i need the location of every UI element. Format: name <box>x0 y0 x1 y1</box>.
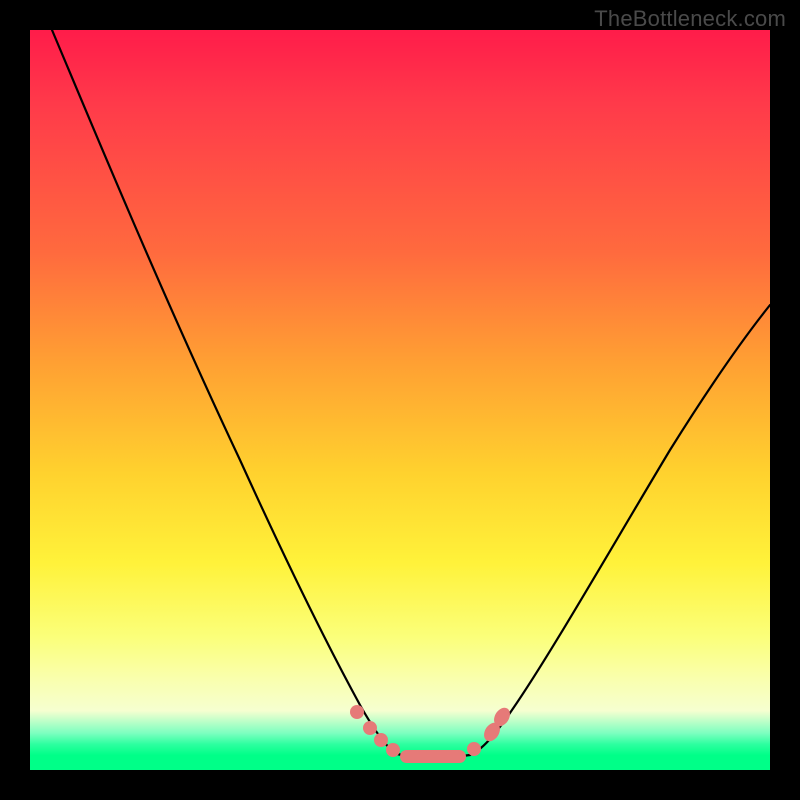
bottleneck-curve <box>30 30 770 770</box>
plot-area <box>30 30 770 770</box>
marker-dot <box>467 742 481 756</box>
curve-left-branch <box>52 30 397 754</box>
chart-frame: TheBottleneck.com <box>0 0 800 800</box>
marker-pill <box>400 750 466 763</box>
marker-dot <box>350 705 364 719</box>
curve-right-branch <box>470 305 770 755</box>
watermark-text: TheBottleneck.com <box>594 6 786 32</box>
marker-dot <box>386 743 400 757</box>
marker-dot <box>374 733 388 747</box>
marker-dot <box>363 721 377 735</box>
